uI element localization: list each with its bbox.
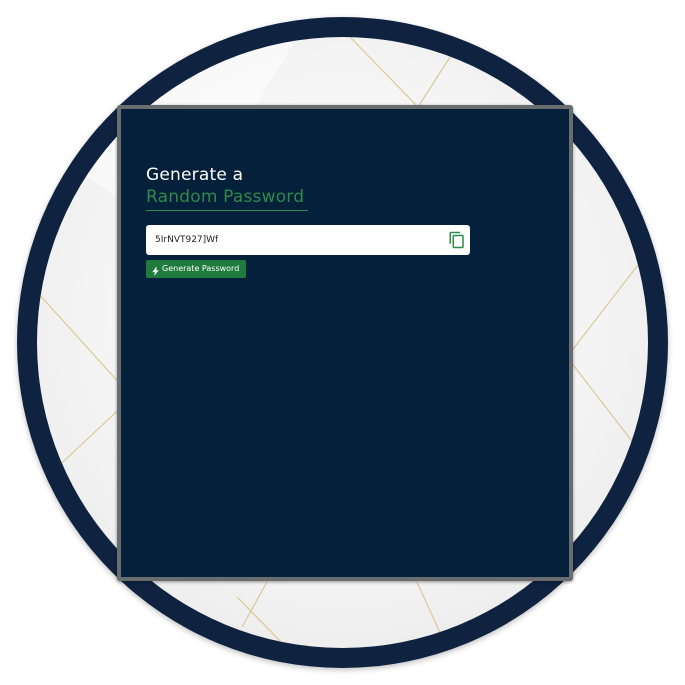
- title-line-2: Random Password: [146, 187, 305, 207]
- title-underline: [146, 210, 308, 211]
- generate-button-label: Generate Password: [162, 264, 240, 273]
- screen: Generate a Random Password Generate Pass…: [0, 0, 685, 685]
- password-input[interactable]: [146, 225, 436, 255]
- generate-password-button[interactable]: Generate Password: [146, 260, 247, 278]
- title-line-1: Generate a: [146, 165, 244, 185]
- password-generator-panel: Generate a Random Password Generate Pass…: [117, 105, 573, 581]
- bolt-icon: [152, 265, 159, 276]
- password-field: [146, 225, 470, 255]
- page-title: Generate a Random Password: [146, 165, 308, 211]
- copy-icon[interactable]: [448, 231, 466, 249]
